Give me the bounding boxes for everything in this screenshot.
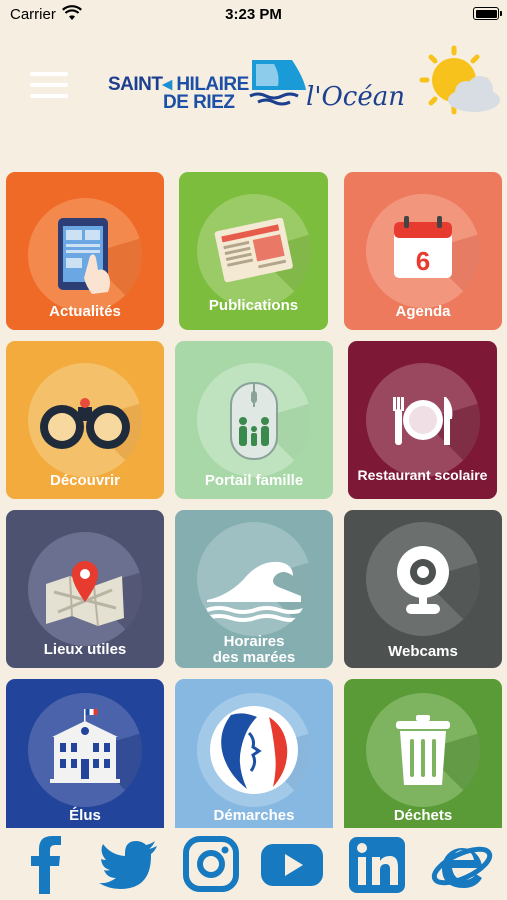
calendar-icon: 6 [394, 216, 480, 308]
logo-text-saint: SAINT [108, 74, 163, 95]
status-bar: Carrier 3:23 PM [0, 0, 507, 30]
tile-label: Webcams [388, 643, 458, 660]
tile-agenda[interactable]: 6 Agenda [344, 172, 502, 330]
tile-label: Lieux utiles [43, 641, 127, 658]
youtube-icon[interactable] [257, 832, 325, 896]
tile-label: Découvrir [49, 472, 121, 489]
hamburger-menu-button[interactable] [30, 72, 68, 102]
tile-horaires-marees[interactable]: Horaires des marées [175, 510, 333, 668]
logo-text-ocean: l'Océan [306, 82, 405, 112]
tile-label: Déchets [393, 807, 453, 824]
map-pin-icon [46, 561, 142, 646]
app-header: SAINT◂ HILAIRE DE RIEZ l'Océan [0, 40, 507, 140]
mouse-family-icon [230, 382, 311, 477]
battery-icon [473, 7, 502, 20]
tile-label: Actualités [49, 303, 121, 320]
tile-label-line1: Horaires [223, 633, 285, 650]
tile-lieux-utiles[interactable]: Lieux utiles [6, 510, 164, 668]
logo-text-de-riez: DE RIEZ [163, 92, 235, 113]
tile-publications[interactable]: Publications [179, 172, 328, 330]
tile-webcams[interactable]: Webcams [344, 510, 502, 668]
tile-label: Publications [208, 297, 299, 314]
webcam-icon [397, 546, 480, 636]
tile-label: Horaires des marées [175, 634, 333, 666]
tile-portail-famille[interactable]: Portail famille [175, 341, 333, 499]
linkedin-icon[interactable] [343, 832, 411, 896]
tablet-touch-icon [58, 218, 142, 312]
status-time: 3:23 PM [225, 6, 282, 23]
trash-icon [396, 715, 480, 807]
facebook-icon[interactable] [12, 832, 80, 896]
internet-explorer-icon[interactable] [428, 832, 496, 896]
tile-label: Portail famille [204, 472, 304, 489]
tile-label: Élus [69, 807, 101, 824]
tile-label-line2: des marées [212, 649, 296, 666]
tile-label: Agenda [395, 303, 451, 320]
tile-label: Restaurant scolaire [357, 467, 488, 483]
svg-text:6: 6 [416, 246, 430, 276]
newspaper-icon [214, 217, 311, 308]
plate-cutlery-icon [392, 397, 480, 477]
social-links-bar [0, 828, 507, 900]
town-logo: SAINT◂ HILAIRE DE RIEZ l'Océan [108, 56, 405, 116]
tile-demarches[interactable]: Démarches [175, 679, 333, 828]
town-hall-icon [50, 709, 142, 807]
tile-decouvrir[interactable]: Découvrir [6, 341, 164, 499]
tile-actualites[interactable]: Actualités [6, 172, 164, 330]
twitter-icon[interactable] [95, 832, 163, 896]
tile-restaurant-scolaire[interactable]: Restaurant scolaire [348, 341, 497, 499]
tile-label: Démarches [213, 807, 295, 824]
instagram-icon[interactable] [177, 832, 245, 896]
marianne-icon [210, 706, 311, 807]
sailboat-icon [249, 60, 306, 106]
weather-sun-cloud-icon[interactable] [416, 44, 502, 120]
binoculars-icon [40, 398, 142, 477]
tile-dechets[interactable]: Déchets [344, 679, 502, 828]
tile-elus[interactable]: Élus [6, 679, 164, 828]
wave-icon [206, 561, 311, 636]
